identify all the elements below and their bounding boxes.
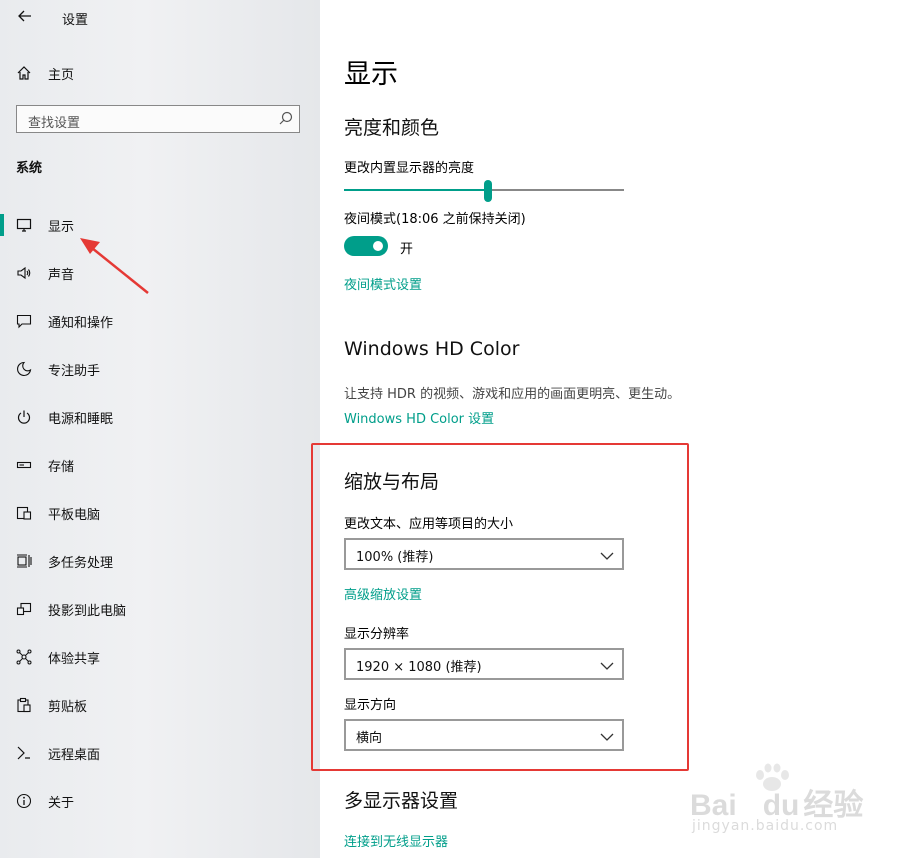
hdr-settings-link[interactable]: Windows HD Color 设置	[344, 408, 494, 427]
tablet-icon	[14, 503, 34, 523]
sidebar-item-about[interactable]: 关于	[0, 781, 320, 821]
search-input[interactable]: 查找设置	[16, 105, 300, 133]
sidebar-item-multitasking[interactable]: 多任务处理	[0, 541, 320, 581]
baidu-watermark: Bai du 经验 jingyan.baidu.com	[690, 762, 890, 842]
sidebar-item-label: 投影到此电脑	[48, 603, 127, 619]
brightness-slider-fill	[344, 189, 489, 191]
sidebar-item-project[interactable]: 投影到此电脑	[0, 589, 320, 629]
sidebar-item-label: 电源和睡眠	[48, 411, 114, 427]
sidebar-item-label: 存储	[48, 459, 75, 475]
message-icon	[14, 311, 34, 331]
search-placeholder: 查找设置	[28, 116, 81, 131]
sidebar-item-label: 多任务处理	[48, 555, 114, 571]
night-light-settings-link[interactable]: 夜间模式设置	[344, 274, 422, 293]
home-icon	[14, 63, 34, 83]
info-icon	[14, 791, 34, 811]
sidebar-item-label: 体验共享	[48, 651, 101, 667]
sidebar: 设置 主页 查找设置 系统 显示 声音 通知和操作 专注助手 电源和睡眠 存储 …	[0, 0, 320, 858]
brightness-slider-thumb[interactable]	[484, 180, 492, 202]
sidebar-item-label: 专注助手	[48, 363, 101, 379]
storage-icon	[14, 455, 34, 475]
page-title: 显示	[344, 59, 398, 90]
sidebar-item-label: 远程桌面	[48, 747, 101, 763]
sidebar-item-label: 通知和操作	[48, 315, 114, 331]
window-title: 设置	[62, 13, 89, 28]
sidebar-item-label: 关于	[48, 795, 75, 811]
toggle-knob	[373, 241, 383, 251]
night-light-label: 夜间模式(18:06 之前保持关闭)	[344, 212, 526, 227]
annotation-arrow-icon	[80, 238, 149, 294]
multitask-icon	[14, 551, 34, 571]
sidebar-item-tablet[interactable]: 平板电脑	[0, 493, 320, 533]
sidebar-item-focus-assist[interactable]: 专注助手	[0, 349, 320, 389]
wireless-display-link[interactable]: 连接到无线显示器	[344, 831, 448, 850]
clipboard-icon	[14, 695, 34, 715]
sidebar-item-shared-experiences[interactable]: 体验共享	[0, 637, 320, 677]
speaker-icon	[14, 263, 34, 283]
section-title: 系统	[16, 161, 43, 176]
toggle-state-label: 开	[400, 242, 414, 257]
brightness-slider-label: 更改内置显示器的亮度	[344, 161, 475, 176]
search-icon[interactable]	[277, 110, 295, 128]
sidebar-item-label: 主页	[48, 67, 75, 83]
monitor-icon	[14, 215, 34, 235]
annotation-highlight-box	[311, 443, 689, 771]
sidebar-item-sound[interactable]: 声音	[0, 253, 320, 293]
project-icon	[14, 599, 34, 619]
multi-display-heading: 多显示器设置	[344, 790, 459, 812]
sidebar-item-remote-desktop[interactable]: 远程桌面	[0, 733, 320, 773]
sidebar-item-home[interactable]: 主页	[0, 53, 320, 93]
night-light-toggle[interactable]	[344, 236, 388, 256]
sidebar-item-label: 平板电脑	[48, 507, 101, 523]
sidebar-item-label: 剪贴板	[48, 699, 88, 715]
power-icon	[14, 407, 34, 427]
hdr-heading: Windows HD Color	[344, 338, 520, 360]
sidebar-item-notifications[interactable]: 通知和操作	[0, 301, 320, 341]
sidebar-item-clipboard[interactable]: 剪贴板	[0, 685, 320, 725]
share-icon	[14, 647, 34, 667]
back-arrow-icon[interactable]	[14, 5, 36, 27]
sidebar-item-storage[interactable]: 存储	[0, 445, 320, 485]
watermark-url: jingyan.baidu.com	[692, 818, 839, 834]
selection-indicator	[0, 214, 4, 236]
sidebar-item-power[interactable]: 电源和睡眠	[0, 397, 320, 437]
hdr-description: 让支持 HDR 的视频、游戏和应用的画面更明亮、更生动。	[344, 387, 681, 402]
moon-icon	[14, 359, 34, 379]
remote-icon	[14, 743, 34, 763]
sidebar-item-display[interactable]: 显示	[0, 205, 320, 245]
brightness-heading: 亮度和颜色	[344, 117, 440, 139]
